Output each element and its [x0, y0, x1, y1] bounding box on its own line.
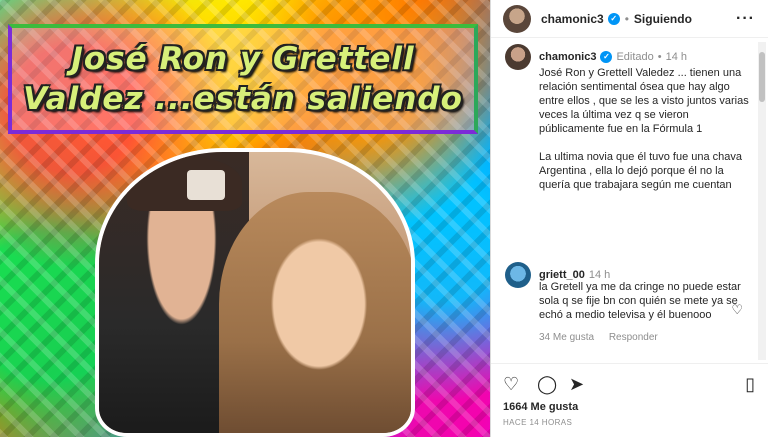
post-image[interactable]: José Ron y Grettell Valdez ...están sali…	[0, 0, 490, 437]
comment-like-heart-icon[interactable]: ♡	[731, 302, 743, 318]
woman-figure	[219, 192, 411, 433]
couple-photo	[95, 148, 415, 437]
caption-text: José Ron y Grettell Valedez ... tienen u…	[539, 67, 749, 191]
following-button[interactable]: Siguiendo	[634, 12, 692, 26]
separator-dot: •	[624, 11, 629, 26]
verified-badge-icon: ✓	[607, 12, 620, 25]
post-panel: chamonic3 ✓ • Siguiendo ··· chamonic3 ✓ …	[490, 0, 768, 437]
comments-scrollbar[interactable]	[758, 42, 766, 360]
reply-button[interactable]: Responder	[609, 332, 658, 343]
share-icon[interactable]: ➤	[569, 374, 584, 395]
caption-username[interactable]: chamonic3	[539, 51, 596, 63]
post-header: chamonic3 ✓ • Siguiendo ···	[491, 0, 768, 38]
image-title-banner: José Ron y Grettell Valdez ...están sali…	[8, 24, 478, 134]
caption-age: 14 h	[665, 51, 688, 63]
author-avatar[interactable]	[503, 4, 531, 33]
scrollbar-thumb[interactable]	[759, 52, 765, 102]
caption-avatar[interactable]	[505, 44, 531, 70]
comment-avatar[interactable]	[505, 262, 531, 288]
comment-item: griett_00 14 h la Gretell ya me da cring…	[505, 262, 749, 343]
comment-icon[interactable]: ◯	[537, 374, 557, 395]
image-title-line-1: José Ron y Grettell	[71, 41, 415, 77]
comment-likes[interactable]: 34 Me gusta	[539, 332, 594, 343]
cap	[127, 156, 242, 211]
post-caption: chamonic3 ✓ Editado • 14 h José Ron y Gr…	[505, 44, 749, 192]
edited-label: Editado	[616, 51, 654, 63]
verified-badge-icon: ✓	[600, 51, 613, 63]
comment-text: la Gretell ya me da cringe no puede esta…	[539, 281, 741, 321]
author-username[interactable]: chamonic3	[541, 12, 604, 26]
more-options-icon[interactable]: ···	[736, 10, 755, 28]
comments-area[interactable]: chamonic3 ✓ Editado • 14 h José Ron y Gr…	[491, 38, 755, 363]
bookmark-icon[interactable]: ▯	[745, 374, 755, 395]
image-title-line-2: Valdez ...están saliendo	[23, 81, 463, 117]
like-count[interactable]: 1664 Me gusta	[503, 401, 578, 413]
post-timestamp: HACE 14 HORAS	[503, 418, 573, 427]
action-bar: ♡ ◯ ➤ ▯	[491, 363, 768, 401]
heart-icon[interactable]: ♡	[503, 374, 519, 395]
separator-dot: •	[657, 51, 662, 63]
